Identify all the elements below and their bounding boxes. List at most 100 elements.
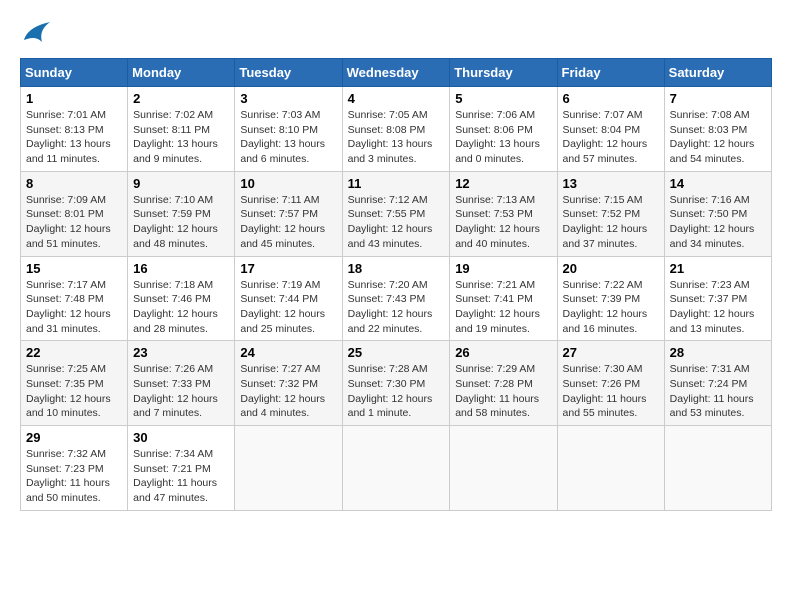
day-number: 20 xyxy=(563,261,659,276)
day-info: Sunrise: 7:18 AMSunset: 7:46 PMDaylight:… xyxy=(133,278,229,337)
table-row: 23 Sunrise: 7:26 AMSunset: 7:33 PMDayligh… xyxy=(128,341,235,426)
calendar-week-4: 22 Sunrise: 7:25 AMSunset: 7:35 PMDayligh… xyxy=(21,341,772,426)
day-info: Sunrise: 7:21 AMSunset: 7:41 PMDaylight:… xyxy=(455,278,551,337)
day-number: 2 xyxy=(133,91,229,106)
table-row: 11Sunrise: 7:12 AMSunset: 7:55 PMDayligh… xyxy=(342,171,450,256)
day-info: Sunrise: 7:30 AMSunset: 7:26 PMDaylight:… xyxy=(563,362,659,421)
day-info: Sunrise: 7:26 AMSunset: 7:33 PMDaylight:… xyxy=(133,362,229,421)
table-row: 27 Sunrise: 7:30 AMSunset: 7:26 PMDayligh… xyxy=(557,341,664,426)
table-row: 13 Sunrise: 7:15 AMSunset: 7:52 PMDayligh… xyxy=(557,171,664,256)
day-info: Sunrise: 7:19 AMSunset: 7:44 PMDaylight:… xyxy=(240,278,336,337)
table-row xyxy=(450,426,557,511)
table-row: 2 Sunrise: 7:02 AMSunset: 8:11 PMDaylight… xyxy=(128,87,235,172)
table-row: 17 Sunrise: 7:19 AMSunset: 7:44 PMDayligh… xyxy=(235,256,342,341)
day-number: 9 xyxy=(133,176,229,191)
col-saturday: Saturday xyxy=(664,59,771,87)
day-number: 21 xyxy=(670,261,766,276)
day-info: Sunrise: 7:34 AMSunset: 7:21 PMDaylight:… xyxy=(133,447,229,506)
day-number: 13 xyxy=(563,176,659,191)
day-info: Sunrise: 7:12 AMSunset: 7:55 PMDaylight:… xyxy=(348,193,445,252)
day-info: Sunrise: 7:01 AMSunset: 8:13 PMDaylight:… xyxy=(26,108,122,167)
logo-bird-icon xyxy=(22,20,52,48)
day-number: 1 xyxy=(26,91,122,106)
day-number: 8 xyxy=(26,176,122,191)
day-info: Sunrise: 7:10 AMSunset: 7:59 PMDaylight:… xyxy=(133,193,229,252)
table-row: 30 Sunrise: 7:34 AMSunset: 7:21 PMDayligh… xyxy=(128,426,235,511)
table-row: 25 Sunrise: 7:28 AMSunset: 7:30 PMDayligh… xyxy=(342,341,450,426)
table-row: 4 Sunrise: 7:05 AMSunset: 8:08 PMDaylight… xyxy=(342,87,450,172)
table-row: 9 Sunrise: 7:10 AMSunset: 7:59 PMDaylight… xyxy=(128,171,235,256)
col-tuesday: Tuesday xyxy=(235,59,342,87)
table-row: 20 Sunrise: 7:22 AMSunset: 7:39 PMDayligh… xyxy=(557,256,664,341)
day-info: Sunrise: 7:20 AMSunset: 7:43 PMDaylight:… xyxy=(348,278,445,337)
day-info: Sunrise: 7:08 AMSunset: 8:03 PMDaylight:… xyxy=(670,108,766,167)
logo xyxy=(20,20,52,48)
table-row: 7 Sunrise: 7:08 AMSunset: 8:03 PMDaylight… xyxy=(664,87,771,172)
day-number: 22 xyxy=(26,345,122,360)
day-number: 29 xyxy=(26,430,122,445)
day-number: 30 xyxy=(133,430,229,445)
table-row: 5Sunrise: 7:06 AMSunset: 8:06 PMDaylight… xyxy=(450,87,557,172)
col-thursday: Thursday xyxy=(450,59,557,87)
calendar-week-5: 29 Sunrise: 7:32 AMSunset: 7:23 PMDayligh… xyxy=(21,426,772,511)
table-row: 28Sunrise: 7:31 AMSunset: 7:24 PMDayligh… xyxy=(664,341,771,426)
day-number: 24 xyxy=(240,345,336,360)
day-info: Sunrise: 7:29 AMSunset: 7:28 PMDaylight:… xyxy=(455,362,551,421)
table-row: 1 Sunrise: 7:01 AMSunset: 8:13 PMDaylight… xyxy=(21,87,128,172)
day-info: Sunrise: 7:05 AMSunset: 8:08 PMDaylight:… xyxy=(348,108,445,167)
day-info: Sunrise: 7:31 AMSunset: 7:24 PMDaylight:… xyxy=(670,362,766,421)
col-wednesday: Wednesday xyxy=(342,59,450,87)
day-info: Sunrise: 7:15 AMSunset: 7:52 PMDaylight:… xyxy=(563,193,659,252)
table-row: 14 Sunrise: 7:16 AMSunset: 7:50 PMDayligh… xyxy=(664,171,771,256)
table-row xyxy=(342,426,450,511)
day-info: Sunrise: 7:25 AMSunset: 7:35 PMDaylight:… xyxy=(26,362,122,421)
table-row: 16 Sunrise: 7:18 AMSunset: 7:46 PMDayligh… xyxy=(128,256,235,341)
day-number: 10 xyxy=(240,176,336,191)
column-headers: Sunday Monday Tuesday Wednesday Thursday… xyxy=(21,59,772,87)
calendar-table: Sunday Monday Tuesday Wednesday Thursday… xyxy=(20,58,772,511)
col-monday: Monday xyxy=(128,59,235,87)
table-row: 29 Sunrise: 7:32 AMSunset: 7:23 PMDayligh… xyxy=(21,426,128,511)
day-info: Sunrise: 7:28 AMSunset: 7:30 PMDaylight:… xyxy=(348,362,445,421)
day-number: 16 xyxy=(133,261,229,276)
table-row: 26 Sunrise: 7:29 AMSunset: 7:28 PMDayligh… xyxy=(450,341,557,426)
day-number: 7 xyxy=(670,91,766,106)
table-row xyxy=(557,426,664,511)
table-row: 22 Sunrise: 7:25 AMSunset: 7:35 PMDayligh… xyxy=(21,341,128,426)
day-number: 17 xyxy=(240,261,336,276)
day-number: 12 xyxy=(455,176,551,191)
day-number: 4 xyxy=(348,91,445,106)
calendar-week-3: 15 Sunrise: 7:17 AMSunset: 7:48 PMDayligh… xyxy=(21,256,772,341)
table-row: 3 Sunrise: 7:03 AMSunset: 8:10 PMDaylight… xyxy=(235,87,342,172)
day-info: Sunrise: 7:32 AMSunset: 7:23 PMDaylight:… xyxy=(26,447,122,506)
day-number: 18 xyxy=(348,261,445,276)
day-number: 23 xyxy=(133,345,229,360)
day-info: Sunrise: 7:13 AMSunset: 7:53 PMDaylight:… xyxy=(455,193,551,252)
table-row xyxy=(664,426,771,511)
table-row: 15 Sunrise: 7:17 AMSunset: 7:48 PMDayligh… xyxy=(21,256,128,341)
day-info: Sunrise: 7:03 AMSunset: 8:10 PMDaylight:… xyxy=(240,108,336,167)
day-number: 19 xyxy=(455,261,551,276)
table-row: 19 Sunrise: 7:21 AMSunset: 7:41 PMDayligh… xyxy=(450,256,557,341)
day-number: 26 xyxy=(455,345,551,360)
day-info: Sunrise: 7:09 AMSunset: 8:01 PMDaylight:… xyxy=(26,193,122,252)
day-number: 27 xyxy=(563,345,659,360)
day-number: 6 xyxy=(563,91,659,106)
calendar-week-1: 1 Sunrise: 7:01 AMSunset: 8:13 PMDaylight… xyxy=(21,87,772,172)
table-row: 8 Sunrise: 7:09 AMSunset: 8:01 PMDaylight… xyxy=(21,171,128,256)
day-number: 14 xyxy=(670,176,766,191)
table-row xyxy=(235,426,342,511)
day-info: Sunrise: 7:02 AMSunset: 8:11 PMDaylight:… xyxy=(133,108,229,167)
day-info: Sunrise: 7:27 AMSunset: 7:32 PMDaylight:… xyxy=(240,362,336,421)
day-info: Sunrise: 7:16 AMSunset: 7:50 PMDaylight:… xyxy=(670,193,766,252)
day-info: Sunrise: 7:17 AMSunset: 7:48 PMDaylight:… xyxy=(26,278,122,337)
day-number: 15 xyxy=(26,261,122,276)
table-row: 24 Sunrise: 7:27 AMSunset: 7:32 PMDayligh… xyxy=(235,341,342,426)
table-row: 6Sunrise: 7:07 AMSunset: 8:04 PMDaylight… xyxy=(557,87,664,172)
table-row: 12 Sunrise: 7:13 AMSunset: 7:53 PMDayligh… xyxy=(450,171,557,256)
day-number: 25 xyxy=(348,345,445,360)
day-number: 5 xyxy=(455,91,551,106)
day-info: Sunrise: 7:22 AMSunset: 7:39 PMDaylight:… xyxy=(563,278,659,337)
page-header xyxy=(20,20,772,48)
day-number: 3 xyxy=(240,91,336,106)
